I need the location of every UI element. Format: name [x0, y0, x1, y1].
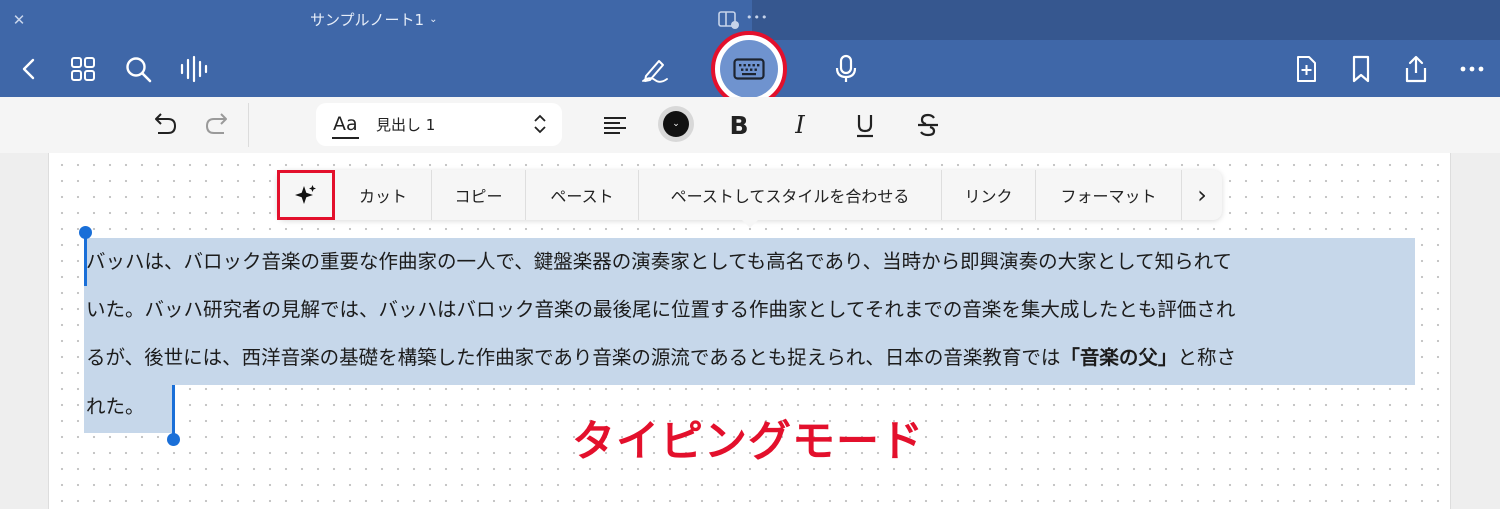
- up-down-chevron-icon: [532, 113, 548, 135]
- multitask-dots-icon[interactable]: •••: [746, 11, 768, 24]
- more-icon[interactable]: [1457, 54, 1487, 84]
- share-icon[interactable]: [1401, 54, 1431, 84]
- bookmark-icon[interactable]: [1346, 54, 1376, 84]
- typing-mode-annotation: タイピングモード: [572, 417, 924, 467]
- selection-start-handle[interactable]: [79, 226, 92, 239]
- text-style-value: 見出し 1: [376, 116, 436, 134]
- text-style-icon: Aa: [333, 113, 358, 135]
- bold-button[interactable]: B: [721, 108, 757, 142]
- selection-end-caret: [172, 385, 175, 435]
- microphone-icon[interactable]: [831, 54, 861, 84]
- redo-icon[interactable]: [200, 108, 236, 142]
- sparkle-icon: [295, 185, 316, 204]
- selection-end-handle[interactable]: [167, 433, 180, 446]
- split-view-area: [752, 0, 1500, 40]
- waveform-icon[interactable]: [178, 54, 208, 84]
- link-menu-item[interactable]: リンク: [942, 170, 1036, 220]
- undo-icon[interactable]: [146, 108, 182, 142]
- more-chevron-icon[interactable]: ›: [1182, 170, 1222, 220]
- selection-start-caret: [84, 236, 87, 286]
- text-line-3[interactable]: るが、後世には、西洋音楽の基礎を構築した作曲家であり音楽の源流であるとも捉えられ…: [86, 343, 1236, 373]
- back-chevron-icon[interactable]: [14, 54, 44, 84]
- strikethrough-icon[interactable]: [910, 108, 946, 142]
- paste-menu-item[interactable]: ペースト: [526, 170, 639, 220]
- bold-phrase: 「音楽の父」: [1060, 346, 1178, 369]
- underline-icon[interactable]: [847, 108, 883, 142]
- align-left-icon[interactable]: [597, 108, 633, 142]
- split-view-icon[interactable]: [718, 10, 740, 30]
- copy-menu-item[interactable]: コピー: [432, 170, 526, 220]
- search-icon[interactable]: [123, 54, 153, 84]
- text-line-1[interactable]: バッハは、バロック音楽の重要な作曲家の一人で、鍵盤楽器の演奏家としても高名であり…: [86, 247, 1232, 277]
- document-title-text: サンプルノート1: [310, 11, 425, 29]
- text-style-underline: [332, 137, 359, 139]
- cut-menu-item[interactable]: カット: [335, 170, 432, 220]
- context-menu-pointer: [740, 218, 760, 228]
- context-menu: カット コピー ペースト ペーストしてスタイルを合わせる リンク フォーマット …: [277, 170, 1222, 220]
- text-line-3-body: るが、後世には、西洋音楽の基礎を構築した作曲家であり音楽の源流であるとも捉えられ…: [86, 346, 1061, 369]
- keyboard-mode-button[interactable]: [720, 40, 778, 98]
- paste-match-style-menu-item[interactable]: ペーストしてスタイルを合わせる: [639, 170, 942, 220]
- text-line-4[interactable]: れた。: [86, 392, 145, 422]
- toolbar-divider: [248, 103, 249, 147]
- close-icon[interactable]: ✕: [11, 11, 27, 29]
- color-chevron-icon: ⌄: [663, 111, 689, 137]
- format-menu-item[interactable]: フォーマット: [1036, 170, 1182, 220]
- chevron-down-icon: ⌄: [429, 14, 438, 25]
- keyboard-icon: [733, 58, 765, 80]
- grid-icon[interactable]: [68, 54, 98, 84]
- text-line-3-tail: と称さ: [1177, 346, 1236, 369]
- document-title[interactable]: サンプルノート1 ⌄: [310, 9, 438, 31]
- ai-assist-button[interactable]: [277, 170, 335, 220]
- text-line-2[interactable]: いた。バッハ研究者の見解では、バッハはバロック音楽の最後尾に位置する作曲家として…: [86, 295, 1235, 325]
- italic-button[interactable]: I: [782, 108, 818, 142]
- add-page-icon[interactable]: [1291, 54, 1321, 84]
- pen-icon[interactable]: [640, 54, 670, 84]
